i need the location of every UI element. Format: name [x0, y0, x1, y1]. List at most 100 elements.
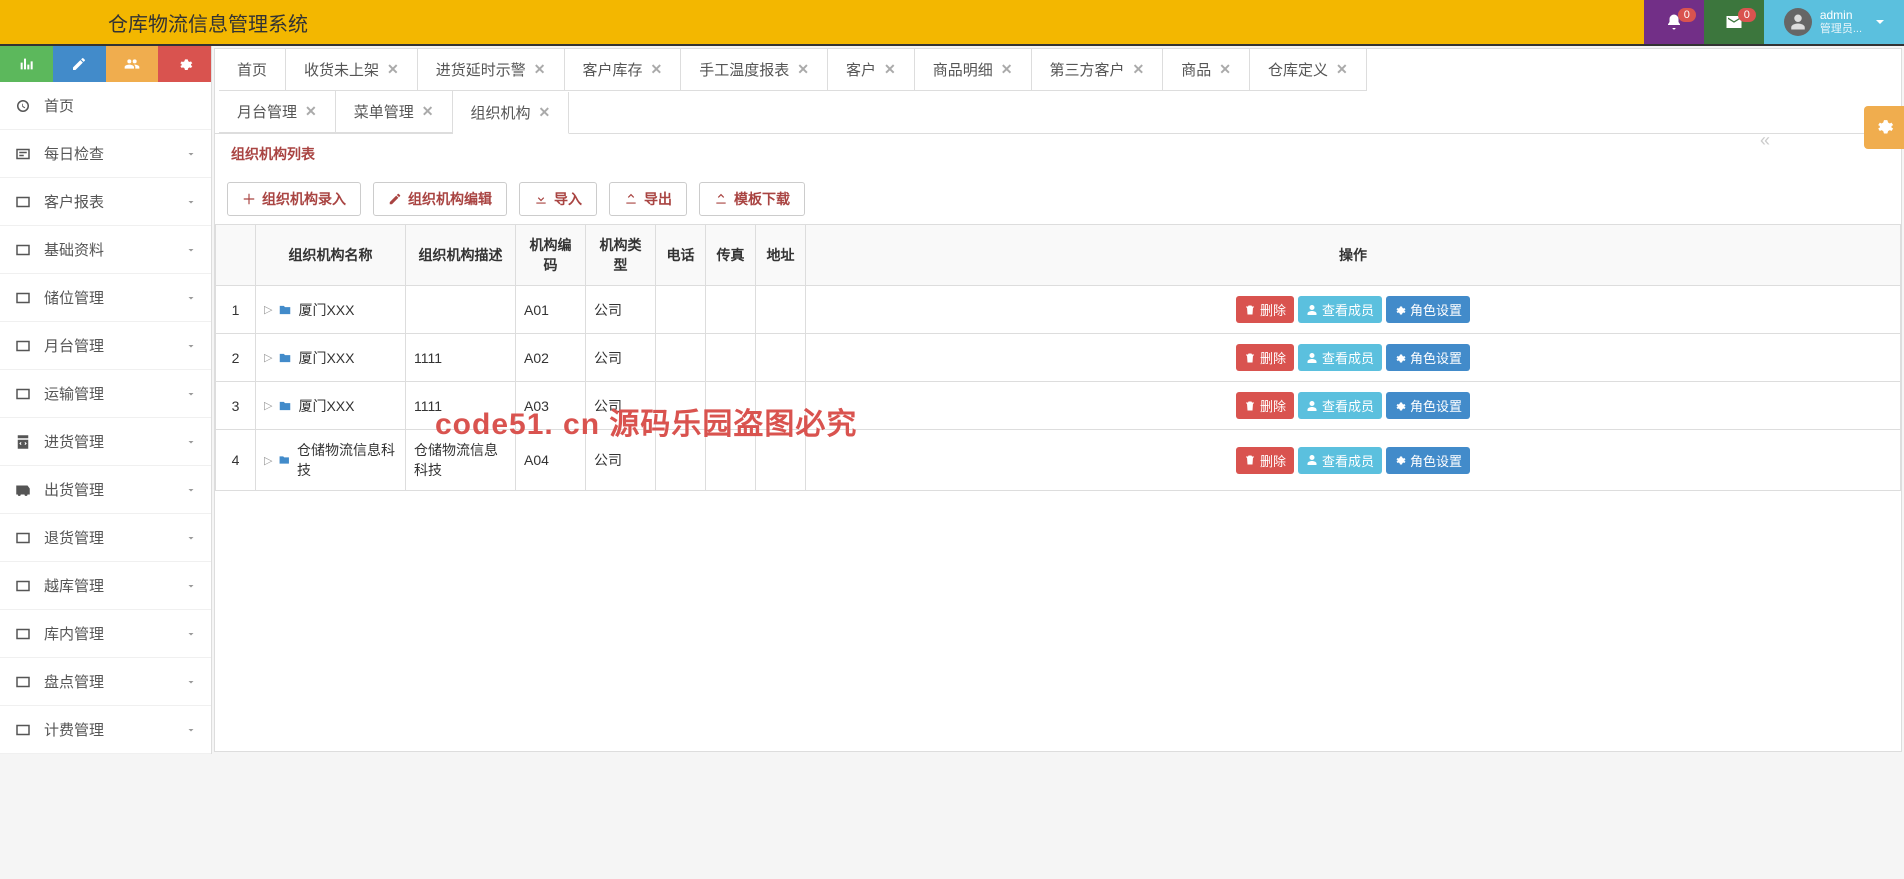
- chart-icon: [18, 56, 34, 72]
- app-title: 仓库物流信息管理系统: [108, 8, 308, 37]
- chevron-down-icon: [185, 196, 197, 208]
- toolbar-edit-button[interactable]: [53, 46, 106, 82]
- tab-客户库存[interactable]: 客户库存✕: [565, 49, 682, 91]
- close-icon[interactable]: ✕: [305, 103, 317, 120]
- sidebar-item-2[interactable]: 客户报表: [0, 178, 211, 226]
- username-label: admin: [1820, 8, 1862, 22]
- tab-菜单管理[interactable]: 菜单管理✕: [336, 91, 453, 133]
- tab-商品明细[interactable]: 商品明细✕: [915, 49, 1032, 91]
- side-settings-button[interactable]: [1864, 106, 1904, 149]
- delete-button[interactable]: 删除: [1236, 296, 1294, 323]
- members-button[interactable]: 查看成员: [1298, 447, 1382, 474]
- add-button-label: 组织机构录入: [262, 189, 346, 209]
- sidebar-item-12[interactable]: 盘点管理: [0, 658, 211, 706]
- template-button[interactable]: 模板下载: [699, 182, 805, 216]
- tab-手工温度报表[interactable]: 手工温度报表✕: [681, 49, 828, 91]
- cell-idx: 1: [216, 286, 256, 334]
- tab-进货延时示警[interactable]: 进货延时示警✕: [418, 49, 565, 91]
- delete-button[interactable]: 删除: [1236, 344, 1294, 371]
- close-icon[interactable]: ✕: [1219, 61, 1231, 78]
- sidebar-item-13[interactable]: 计费管理: [0, 706, 211, 754]
- chevron-down-icon: [185, 244, 197, 256]
- role-button[interactable]: 角色设置: [1386, 447, 1470, 474]
- role-button[interactable]: 角色设置: [1386, 392, 1470, 419]
- gear-icon: [1394, 454, 1406, 466]
- sidebar-item-7[interactable]: 进货管理: [0, 418, 211, 466]
- sidebar-item-label: 退货管理: [44, 527, 173, 548]
- cell-name[interactable]: ▷厦门XXX: [256, 286, 406, 334]
- sidebar-item-11[interactable]: 库内管理: [0, 610, 211, 658]
- tab-首页[interactable]: 首页: [219, 49, 286, 91]
- chevron-down-icon: [185, 724, 197, 736]
- delete-button[interactable]: 删除: [1236, 392, 1294, 419]
- members-button[interactable]: 查看成员: [1298, 392, 1382, 419]
- nav-icon: [14, 433, 32, 451]
- cell-name[interactable]: ▷仓储物流信息科技: [256, 430, 406, 491]
- close-icon[interactable]: ✕: [534, 61, 546, 78]
- tree-expand-icon[interactable]: ▷: [264, 454, 272, 467]
- import-button[interactable]: 导入: [519, 182, 597, 216]
- tab-商品[interactable]: 商品✕: [1163, 49, 1250, 91]
- tab-收货未上架[interactable]: 收货未上架✕: [286, 49, 418, 91]
- close-icon[interactable]: ✕: [422, 103, 434, 120]
- sidebar-item-8[interactable]: 出货管理: [0, 466, 211, 514]
- sidebar-item-4[interactable]: 储位管理: [0, 274, 211, 322]
- plus-icon: [242, 192, 256, 206]
- tree-expand-icon[interactable]: ▷: [264, 399, 272, 412]
- role-button[interactable]: 角色设置: [1386, 344, 1470, 371]
- close-icon[interactable]: ✕: [387, 61, 399, 78]
- toolbar-stats-button[interactable]: [0, 46, 53, 82]
- cell-type: 公司: [586, 382, 656, 430]
- tab-客户[interactable]: 客户✕: [828, 49, 915, 91]
- sidebar-item-0[interactable]: 首页: [0, 82, 211, 130]
- sidebar-item-9[interactable]: 退货管理: [0, 514, 211, 562]
- delete-button[interactable]: 删除: [1236, 447, 1294, 474]
- user-role-label: 管理员...: [1820, 23, 1862, 36]
- action-bar: 组织机构录入 组织机构编辑 导入 导出 模板下载: [215, 174, 1901, 224]
- sidebar-item-label: 储位管理: [44, 287, 173, 308]
- col-idx: [216, 225, 256, 286]
- tabs-bar: 首页收货未上架✕进货延时示警✕客户库存✕手工温度报表✕客户✕商品明细✕第三方客户…: [215, 49, 1901, 134]
- close-icon[interactable]: ✕: [1133, 61, 1145, 78]
- sidebar-item-6[interactable]: 运输管理: [0, 370, 211, 418]
- export-button[interactable]: 导出: [609, 182, 687, 216]
- cell-name[interactable]: ▷厦门XXX: [256, 382, 406, 430]
- close-icon[interactable]: ✕: [1001, 61, 1013, 78]
- sidebar-item-5[interactable]: 月台管理: [0, 322, 211, 370]
- sidebar-item-3[interactable]: 基础资料: [0, 226, 211, 274]
- cell-ops: 删除查看成员角色设置: [806, 286, 1901, 334]
- panel: 组织机构列表 组织机构录入 组织机构编辑 导入 导出 模板下载 组织机构名称 组…: [215, 134, 1901, 491]
- user-menu[interactable]: admin 管理员...: [1764, 0, 1904, 44]
- tab-组织机构[interactable]: 组织机构✕: [453, 92, 570, 134]
- close-icon[interactable]: ✕: [539, 104, 551, 121]
- role-button[interactable]: 角色设置: [1386, 296, 1470, 323]
- user-icon: [1306, 352, 1318, 364]
- add-button[interactable]: 组织机构录入: [227, 182, 361, 216]
- close-icon[interactable]: ✕: [651, 61, 663, 78]
- tab-月台管理[interactable]: 月台管理✕: [219, 91, 336, 133]
- close-icon[interactable]: ✕: [884, 61, 896, 78]
- close-icon[interactable]: ✕: [797, 61, 809, 78]
- sidebar-item-1[interactable]: 每日检查: [0, 130, 211, 178]
- cell-name[interactable]: ▷厦门XXX: [256, 334, 406, 382]
- messages-button[interactable]: 0: [1704, 0, 1764, 44]
- toolbar-settings-button[interactable]: [158, 46, 211, 82]
- close-icon[interactable]: ✕: [1336, 61, 1348, 78]
- tab-第三方客户[interactable]: 第三方客户 ✕: [1032, 49, 1164, 91]
- tab-仓库定义[interactable]: 仓库定义✕: [1250, 49, 1367, 91]
- toolbar-users-button[interactable]: [106, 46, 159, 82]
- gear-icon: [1394, 304, 1406, 316]
- tree-expand-icon[interactable]: ▷: [264, 303, 272, 316]
- members-button[interactable]: 查看成员: [1298, 296, 1382, 323]
- col-type: 机构类型: [586, 225, 656, 286]
- members-button[interactable]: 查看成员: [1298, 344, 1382, 371]
- sidebar-item-label: 基础资料: [44, 239, 173, 260]
- nav-icon: [14, 289, 32, 307]
- edit-button[interactable]: 组织机构编辑: [373, 182, 507, 216]
- tree-expand-icon[interactable]: ▷: [264, 351, 272, 364]
- sidebar-item-10[interactable]: 越库管理: [0, 562, 211, 610]
- collapse-handle[interactable]: «: [1760, 130, 1770, 151]
- tab-label: 第三方客户: [1050, 59, 1125, 80]
- notifications-button[interactable]: 0: [1644, 0, 1704, 44]
- cell-desc: [406, 286, 516, 334]
